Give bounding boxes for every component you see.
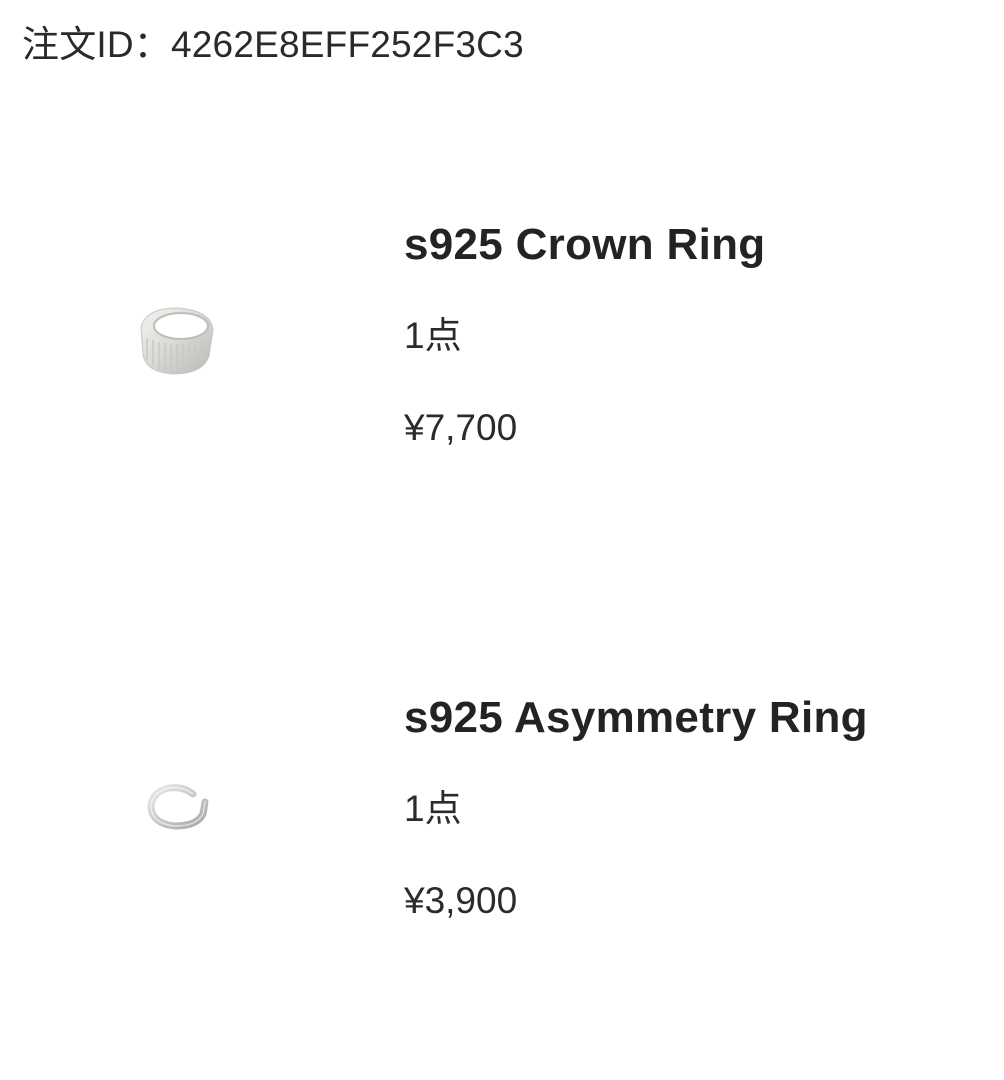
crown-ring-icon: [140, 307, 214, 375]
item-price: ¥3,900: [404, 880, 518, 921]
item-info: s925 Crown Ring 1点 ¥7,700: [404, 215, 984, 451]
crown-ring-image[interactable]: [110, 275, 240, 405]
asymmetry-ring-image[interactable]: [110, 743, 240, 873]
item-price: ¥7,700: [404, 407, 518, 448]
order-item[interactable]: s925 Crown Ring 1点 ¥7,700: [0, 215, 1004, 505]
item-name[interactable]: s925 Crown Ring: [404, 215, 984, 275]
item-info: s925 Asymmetry Ring 1点 ¥3,900: [404, 688, 984, 924]
item-name[interactable]: s925 Asymmetry Ring: [404, 688, 984, 748]
item-quantity: 1点: [404, 315, 462, 356]
item-quantity: 1点: [404, 788, 462, 829]
order-item[interactable]: s925 Asymmetry Ring 1点 ¥3,900: [0, 688, 1004, 958]
order-id: 注文ID：4262E8EFF252F3C3: [22, 24, 524, 65]
asymmetry-ring-icon: [147, 784, 209, 830]
